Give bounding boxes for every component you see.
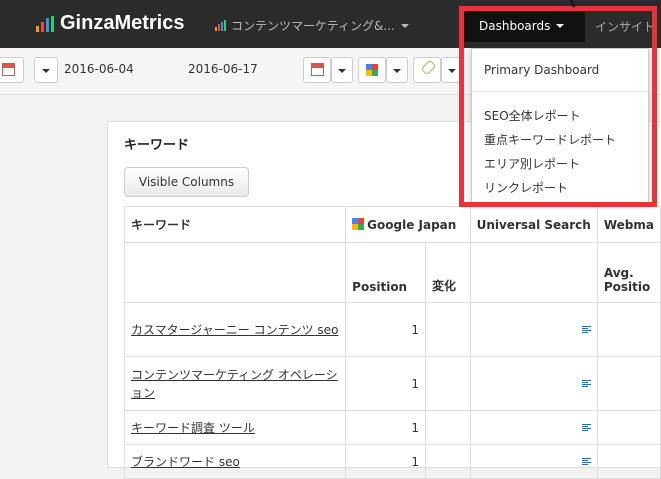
column-header-universal-search[interactable]: Universal Search: [469, 206, 598, 243]
list-icon[interactable]: [581, 380, 591, 388]
tag-dropdown[interactable]: [441, 57, 463, 83]
end-date: 2016-06-17: [188, 62, 258, 76]
project-selector[interactable]: コンテンツマーケティング&...: [215, 17, 409, 34]
subheader-position[interactable]: Position: [345, 242, 426, 303]
search-engine-dropdown[interactable]: [386, 57, 408, 83]
change-cell: [424, 356, 471, 411]
chevron-down-icon: [448, 69, 456, 73]
change-cell: [424, 302, 471, 357]
position-cell: 1: [345, 444, 426, 479]
keyword-link[interactable]: カスマタージャーニー コンテンツ seo: [131, 323, 338, 337]
compare-calendar-button[interactable]: [303, 57, 331, 83]
ginzametrics-logo-icon: [36, 16, 56, 32]
subheader-empty: [123, 242, 347, 303]
keywords-table: キーワード Google Japan Universal Search Webm…: [123, 206, 661, 479]
universal-search-cell: [469, 302, 598, 357]
table-row: カスマタージャーニー コンテンツ seo 1: [123, 302, 661, 357]
dashboards-dropdown-menu: Primary Dashboard SEO全体レポート 重点キーワードレポート …: [471, 48, 649, 203]
menu-item-area-report[interactable]: エリア別レポート: [484, 155, 580, 172]
tag-button[interactable]: [413, 57, 441, 83]
position-cell: 1: [345, 302, 426, 357]
menu-item-link-report[interactable]: リンクレポート: [484, 179, 568, 196]
section-title: キーワード: [124, 138, 190, 153]
nav-dashboards-label: Dashboards: [479, 19, 551, 33]
end-date-field[interactable]: 2016-06-17: [176, 57, 292, 83]
brand-name[interactable]: GinzaMetrics: [60, 12, 184, 35]
chevron-down-icon: [338, 69, 346, 73]
menu-divider: [472, 91, 648, 92]
position-cell: 1: [345, 356, 426, 411]
keyword-link[interactable]: コンテンツマーケティング オペレーション: [131, 368, 338, 400]
column-header-label: Google Japan: [367, 217, 457, 232]
change-cell: [424, 410, 471, 445]
keyword-link[interactable]: キーワード調査 ツール: [131, 421, 255, 435]
keyword-cell: コンテンツマーケティング オペレーション: [123, 356, 347, 411]
calendar-icon: [2, 63, 15, 76]
universal-search-cell: [469, 356, 598, 411]
menu-item-primary-dashboard[interactable]: Primary Dashboard: [484, 63, 599, 77]
project-chart-icon: [215, 20, 227, 31]
column-header-webmaster[interactable]: Webma: [596, 206, 661, 243]
chevron-down-icon: [400, 24, 409, 28]
menu-item-focus-keyword-report[interactable]: 重点キーワードレポート: [484, 131, 616, 148]
column-header-google-japan[interactable]: Google Japan: [345, 206, 471, 243]
keyword-cell: キーワード調査 ツール: [123, 410, 347, 445]
subheader-empty: [469, 242, 598, 303]
keyword-cell: カスマタージャーニー コンテンツ seo: [123, 302, 347, 357]
search-engine-button[interactable]: [358, 57, 386, 83]
table-row: コンテンツマーケティング オペレーション 1: [123, 356, 661, 411]
google-icon: [352, 217, 365, 230]
top-navbar: GinzaMetrics コンテンツマーケティング&... Dashboards…: [0, 0, 661, 48]
chevron-down-icon: [42, 69, 50, 73]
position-cell: 1: [345, 410, 426, 445]
subheader-change[interactable]: 変化: [424, 242, 471, 303]
keyword-cell: ブランドワード seo: [123, 444, 347, 479]
visible-columns-button[interactable]: Visible Columns: [124, 167, 249, 197]
start-date: 2016-06-04: [64, 62, 134, 76]
keyword-link[interactable]: ブランドワード seo: [131, 455, 240, 469]
project-name: コンテンツマーケティング&...: [231, 19, 395, 33]
universal-search-cell: [469, 444, 598, 479]
date-range-dropdown[interactable]: [34, 57, 58, 83]
table-row: ブランドワード seo 1: [123, 444, 661, 479]
column-header-keyword[interactable]: キーワード: [123, 206, 347, 243]
universal-search-cell: [469, 410, 598, 445]
table-subheader-row: Position 変化 Avg. Positio: [123, 242, 661, 303]
compare-dropdown[interactable]: [331, 57, 353, 83]
calendar-icon: [311, 63, 324, 76]
table-row: キーワード調査 ツール 1: [123, 410, 661, 445]
webmaster-cell: [596, 302, 661, 357]
calendar-button[interactable]: [0, 57, 24, 83]
list-icon[interactable]: [581, 424, 591, 432]
change-cell: [424, 444, 471, 479]
table-header-row: キーワード Google Japan Universal Search Webm…: [123, 206, 661, 243]
tag-icon: [420, 59, 437, 76]
nav-insights[interactable]: インサイト: [595, 18, 655, 35]
webmaster-cell: [596, 410, 661, 445]
webmaster-cell: [596, 356, 661, 411]
menu-item-seo-report[interactable]: SEO全体レポート: [484, 107, 581, 124]
list-icon[interactable]: [581, 326, 591, 334]
chevron-down-icon: [393, 69, 401, 73]
google-icon: [366, 64, 378, 76]
start-date-field[interactable]: 2016-06-04: [62, 57, 168, 83]
webmaster-cell: [596, 444, 661, 479]
list-icon[interactable]: [581, 458, 591, 466]
subheader-avg-position[interactable]: Avg. Positio: [596, 242, 661, 303]
chevron-down-icon: [556, 24, 565, 28]
nav-dashboards[interactable]: Dashboards: [463, 10, 585, 42]
